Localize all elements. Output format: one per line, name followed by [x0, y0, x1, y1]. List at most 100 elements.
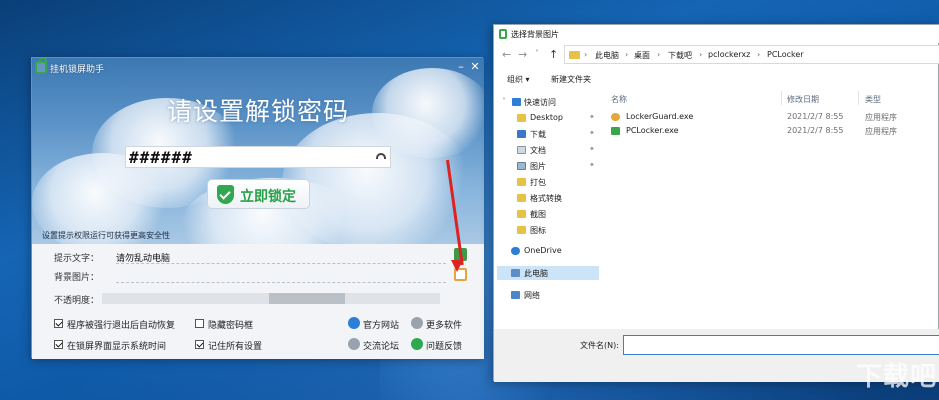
back-arrow-icon[interactable]: ←: [502, 48, 511, 61]
folder-icon: [517, 210, 526, 218]
folder-icon: [517, 178, 526, 186]
remember-settings-checkbox[interactable]: [195, 340, 204, 349]
chevron-down-icon[interactable]: ˅: [502, 97, 506, 106]
folder-icon: [517, 226, 526, 234]
pin-icon: ✦: [589, 113, 595, 121]
nav-item-folder[interactable]: 格式转换: [530, 193, 562, 204]
lock-helper-window: 挂机锁屏助手 – ✕ 请设置解锁密码 ###### 立即锁定 设置提示权限运行可…: [31, 57, 484, 359]
pin-icon: ✦: [589, 161, 595, 169]
auto-restore-label: 程序被强行退出后自动恢复: [67, 321, 176, 331]
nav-item-folder[interactable]: 打包: [530, 177, 546, 188]
breadcrumb-item[interactable]: 桌面: [634, 50, 650, 61]
file-type: 应用程序: [865, 127, 897, 136]
download-icon: [517, 130, 526, 138]
breadcrumb-item[interactable]: 此电脑: [595, 50, 619, 61]
file-date: 2021/2/7 8:55: [787, 126, 844, 135]
opacity-label: 不透明度：: [54, 296, 100, 306]
file-date: 2021/2/7 8:55: [787, 112, 844, 121]
filename-input[interactable]: [623, 335, 939, 355]
document-icon: [517, 146, 526, 154]
opacity-slider-thumb[interactable]: [269, 293, 345, 304]
folder-icon: [517, 114, 526, 122]
forward-arrow-icon[interactable]: →: [518, 48, 527, 61]
divider: [116, 263, 446, 264]
nav-item-desktop[interactable]: Desktop: [530, 113, 563, 122]
show-time-checkbox[interactable]: [54, 340, 63, 349]
breadcrumb-separator: ›: [625, 50, 629, 59]
breadcrumb-separator: ›: [757, 50, 761, 59]
new-folder-button[interactable]: 新建文件夹: [551, 74, 591, 85]
folder-icon: [517, 194, 526, 202]
close-icon[interactable]: ✕: [468, 60, 482, 74]
file-list: 名称 修改日期 类型 LockerGuard.exe 2021/2/7 8:55…: [604, 89, 939, 329]
eye-icon[interactable]: [376, 153, 386, 159]
watermark: 下载吧: [856, 362, 938, 392]
globe-icon[interactable]: [348, 317, 360, 329]
hero-banner: 挂机锁屏助手 – ✕ 请设置解锁密码 ###### 立即锁定 设置提示权限运行可…: [32, 58, 484, 244]
column-divider[interactable]: [781, 91, 782, 105]
computer-icon: [511, 269, 520, 277]
settings-panel: 提示文字： 请勿乱动电脑 背景图片： 不透明度： 程序被强行退出后自动恢复 隐藏…: [32, 244, 484, 359]
organize-menu[interactable]: 组织 ▾: [507, 74, 530, 85]
more-software-icon[interactable]: [411, 317, 423, 329]
pclocker-icon: [611, 127, 620, 135]
breadcrumb-item[interactable]: pclockerxz: [708, 50, 750, 59]
divider: [116, 282, 446, 283]
dialog-titlebar: 选择背景图片: [494, 25, 939, 43]
feedback-icon[interactable]: [411, 338, 423, 350]
lock-logo-icon: [35, 58, 47, 74]
lock-now-button[interactable]: 立即锁定: [207, 179, 310, 209]
password-heading: 请设置解锁密码: [166, 97, 349, 126]
app-title: 挂机锁屏助手: [50, 65, 105, 75]
navigation-pane: ˅ 快速访问 Desktop ✦ 下载 ✦ 文档 ✦ 图片 ✦ 打包 格式转换 …: [494, 89, 599, 329]
star-icon: [512, 98, 521, 106]
file-open-dialog: 选择背景图片 ← → ˅ ↑ › 此电脑 › 桌面 › 下载吧 › pclock…: [493, 24, 939, 382]
file-name[interactable]: PCLocker.exe: [626, 126, 679, 135]
opacity-slider[interactable]: [102, 293, 440, 304]
hide-password-checkbox[interactable]: [195, 319, 204, 328]
chevron-down-icon[interactable]: ˅: [535, 49, 539, 58]
column-header-type[interactable]: 类型: [865, 94, 881, 105]
lock-logo-icon: [499, 29, 507, 39]
official-site-link[interactable]: 官方网站: [363, 318, 399, 331]
feedback-link[interactable]: 问题反馈: [426, 339, 462, 352]
onedrive-item[interactable]: OneDrive: [524, 246, 562, 255]
auto-restore-checkbox[interactable]: [54, 319, 63, 328]
file-name[interactable]: LockerGuard.exe: [626, 112, 693, 121]
network-item[interactable]: 网络: [524, 290, 540, 301]
forum-link[interactable]: 交流论坛: [363, 339, 399, 352]
file-type: 应用程序: [865, 113, 897, 122]
up-arrow-icon[interactable]: ↑: [549, 48, 558, 61]
nav-item-folder[interactable]: 截图: [530, 209, 546, 220]
breadcrumb-item[interactable]: PCLocker: [767, 50, 804, 59]
password-input[interactable]: ######: [125, 146, 391, 168]
hint-label: 提示文字：: [54, 254, 100, 264]
more-software-link[interactable]: 更多软件: [426, 318, 462, 331]
hide-password-label: 隐藏密码框: [208, 321, 254, 331]
lock-now-label: 立即锁定: [240, 189, 296, 205]
minimize-icon[interactable]: –: [454, 60, 468, 74]
pin-icon: ✦: [589, 129, 595, 137]
annotation-arrow-head: [451, 260, 463, 272]
column-header-date[interactable]: 修改日期: [787, 94, 819, 105]
breadcrumb-item[interactable]: 下载吧: [668, 50, 692, 61]
show-time-label: 在锁屏界面显示系统时间: [67, 342, 167, 352]
quick-access-item[interactable]: 快速访问: [524, 97, 556, 108]
dialog-toolbar: 组织 ▾ 新建文件夹: [494, 71, 939, 89]
nav-item-folder[interactable]: 图标: [530, 225, 546, 236]
filename-label: 文件名(N):: [580, 341, 619, 350]
nav-item-documents[interactable]: 文档: [530, 145, 546, 156]
column-header-name[interactable]: 名称: [611, 94, 627, 105]
remember-settings-label: 记住所有设置: [208, 342, 263, 352]
folder-icon: [569, 51, 580, 59]
bg-image-label: 背景图片：: [54, 273, 100, 283]
nav-item-pictures[interactable]: 图片: [530, 161, 546, 172]
password-mask: ######: [129, 148, 193, 167]
breadcrumb-separator: ›: [584, 50, 588, 59]
this-pc-item[interactable]: 此电脑: [524, 268, 548, 279]
column-divider[interactable]: [858, 91, 859, 105]
address-bar[interactable]: › 此电脑 › 桌面 › 下载吧 › pclockerxz › PCLocker: [564, 45, 939, 64]
nav-item-downloads[interactable]: 下载: [530, 129, 546, 140]
admin-tip: 设置提示权限运行可获得更高安全性: [42, 231, 170, 240]
forum-icon[interactable]: [348, 338, 360, 350]
